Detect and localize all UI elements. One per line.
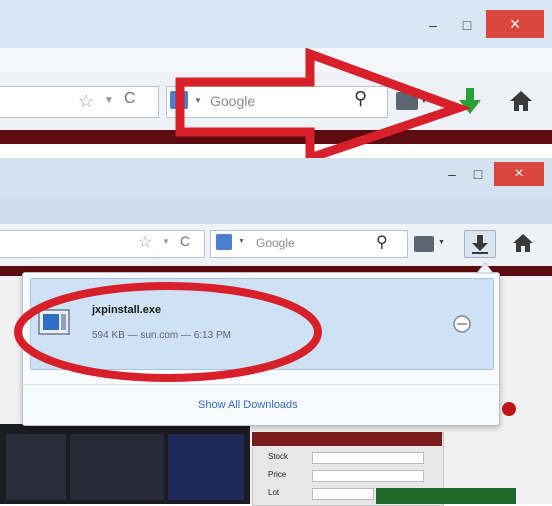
- search-engine-icon[interactable]: [216, 234, 232, 250]
- show-all-downloads-link[interactable]: Show All Downloads: [198, 399, 298, 411]
- reload-icon[interactable]: C: [180, 233, 190, 249]
- home-icon[interactable]: [508, 88, 534, 114]
- screen-panel: [6, 434, 66, 500]
- reload-icon[interactable]: C: [124, 90, 136, 108]
- magnifier-icon[interactable]: ⚲: [376, 232, 388, 252]
- chevron-down-icon[interactable]: ▼: [162, 237, 170, 246]
- tab-strip: [0, 198, 552, 224]
- url-bar[interactable]: [0, 230, 205, 258]
- bookmarks-icon[interactable]: [414, 236, 434, 252]
- chevron-down-icon[interactable]: ▼: [238, 238, 245, 245]
- close-button[interactable]: ×: [494, 162, 544, 186]
- annotation-ellipse: [14, 282, 322, 382]
- order-form-header: [252, 432, 442, 446]
- minimize-button[interactable]: –: [440, 164, 464, 184]
- download-icon: [472, 235, 488, 254]
- form-label: Stock: [268, 452, 289, 461]
- bookmark-star-icon[interactable]: ☆: [138, 232, 152, 252]
- panel-pointer: [476, 262, 494, 274]
- downloads-button[interactable]: [464, 230, 496, 258]
- annotation-arrow: [175, 48, 470, 164]
- chevron-down-icon[interactable]: ▼: [438, 239, 445, 246]
- maximize-button[interactable]: □: [466, 164, 490, 184]
- cancel-download-icon[interactable]: [452, 314, 472, 334]
- stock-field[interactable]: [312, 452, 424, 464]
- price-field[interactable]: [312, 470, 424, 482]
- form-label: Price: [268, 470, 287, 479]
- form-label: Lot: [268, 488, 280, 497]
- maximize-button[interactable]: □: [452, 14, 482, 36]
- home-icon[interactable]: [512, 232, 534, 254]
- close-button[interactable]: ×: [486, 10, 544, 38]
- screen-panel: [70, 434, 164, 500]
- screen-panel: [168, 434, 244, 500]
- minimize-button[interactable]: –: [418, 14, 448, 36]
- trading-screens-image: [0, 424, 250, 504]
- lot-field[interactable]: [312, 488, 374, 500]
- chevron-down-icon[interactable]: ▼: [104, 95, 114, 106]
- green-panel: [376, 488, 516, 504]
- search-placeholder: Google: [256, 236, 295, 250]
- red-badge-icon: [502, 402, 516, 416]
- bookmark-star-icon[interactable]: ☆: [78, 91, 94, 112]
